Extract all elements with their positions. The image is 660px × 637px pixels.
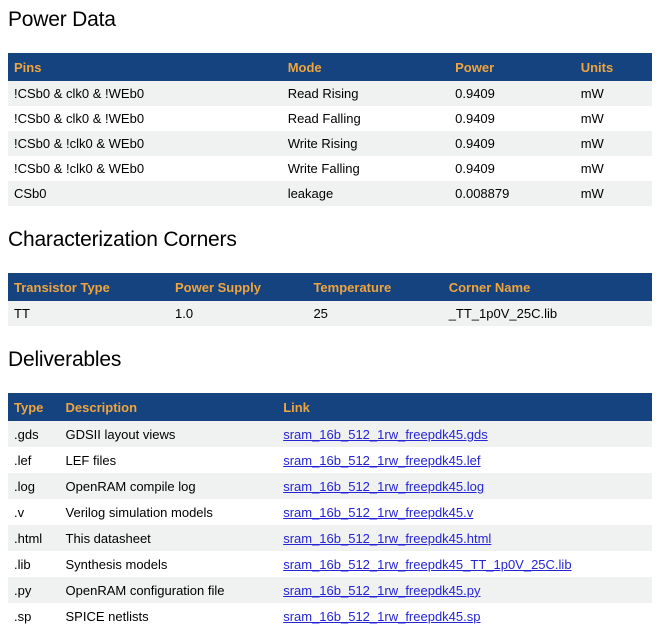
section-title-deliverables: Deliverables (8, 348, 652, 372)
cell: sram_16b_512_1rw_freepdk45.gds (277, 421, 652, 447)
cell: sram_16b_512_1rw_freepdk45.sp (277, 603, 652, 629)
cell: SPICE netlists (60, 603, 278, 629)
table-row: .vVerilog simulation models sram_16b_512_… (8, 499, 652, 525)
cell: Read Rising (282, 81, 449, 106)
header-row: TypeDescriptionLink (8, 393, 652, 421)
column-header: Pins (8, 53, 282, 81)
cell: .log (8, 473, 60, 499)
table-row: .libSynthesis models sram_16b_512_1rw_fre… (8, 551, 652, 577)
cell: !CSb0 & clk0 & !WEb0 (8, 81, 282, 106)
section-title-power-data: Power Data (8, 8, 652, 32)
column-header: Description (60, 393, 278, 421)
deliverable-link[interactable]: sram_16b_512_1rw_freepdk45.lef (283, 453, 480, 468)
table-row: !CSb0 & !clk0 & WEb0Write Falling0.9409m… (8, 156, 652, 181)
cell: OpenRAM configuration file (60, 577, 278, 603)
section-power-data: Power Data PinsModePowerUnits !CSb0 & cl… (8, 8, 652, 206)
header-row: PinsModePowerUnits (8, 53, 652, 81)
table-row: .spSPICE netlists sram_16b_512_1rw_freepd… (8, 603, 652, 629)
cell: mW (575, 131, 652, 156)
section-deliverables: Deliverables TypeDescriptionLink .gdsGDS… (8, 348, 652, 629)
column-header: Transistor Type (8, 273, 169, 301)
cell: .sp (8, 603, 60, 629)
cell: Synthesis models (60, 551, 278, 577)
characterization-corners-table: Transistor TypePower SupplyTemperatureCo… (8, 273, 652, 326)
cell: _TT_1p0V_25C.lib (443, 301, 652, 326)
cell: sram_16b_512_1rw_freepdk45.log (277, 473, 652, 499)
cell: GDSII layout views (60, 421, 278, 447)
cell: 1.0 (169, 301, 307, 326)
deliverable-link[interactable]: sram_16b_512_1rw_freepdk45.py (283, 583, 480, 598)
column-header: Power (449, 53, 575, 81)
deliverable-link[interactable]: sram_16b_512_1rw_freepdk45.gds (283, 427, 488, 442)
table-row: TT1.025_TT_1p0V_25C.lib (8, 301, 652, 326)
cell: sram_16b_512_1rw_freepdk45_TT_1p0V_25C.l… (277, 551, 652, 577)
deliverables-table: TypeDescriptionLink .gdsGDSII layout vie… (8, 393, 652, 629)
cell: 0.9409 (449, 131, 575, 156)
table-row: .gdsGDSII layout views sram_16b_512_1rw_f… (8, 421, 652, 447)
cell: mW (575, 156, 652, 181)
cell: !CSb0 & clk0 & !WEb0 (8, 106, 282, 131)
deliverable-link[interactable]: sram_16b_512_1rw_freepdk45_TT_1p0V_25C.l… (283, 557, 571, 572)
cell: OpenRAM compile log (60, 473, 278, 499)
cell: LEF files (60, 447, 278, 473)
table-row: !CSb0 & clk0 & !WEb0Read Rising0.9409mW (8, 81, 652, 106)
cell: 0.008879 (449, 181, 575, 206)
cell: Write Rising (282, 131, 449, 156)
column-header: Link (277, 393, 652, 421)
cell: .v (8, 499, 60, 525)
deliverable-link[interactable]: sram_16b_512_1rw_freepdk45.v (283, 505, 473, 520)
header-row: Transistor TypePower SupplyTemperatureCo… (8, 273, 652, 301)
cell: 25 (307, 301, 442, 326)
cell: sram_16b_512_1rw_freepdk45.v (277, 499, 652, 525)
deliverable-link[interactable]: sram_16b_512_1rw_freepdk45.log (283, 479, 484, 494)
column-header: Corner Name (443, 273, 652, 301)
deliverable-link[interactable]: sram_16b_512_1rw_freepdk45.html (283, 531, 491, 546)
cell: mW (575, 181, 652, 206)
cell: Write Falling (282, 156, 449, 181)
cell: .py (8, 577, 60, 603)
cell: 0.9409 (449, 106, 575, 131)
cell: leakage (282, 181, 449, 206)
column-header: Units (575, 53, 652, 81)
table-row: .logOpenRAM compile log sram_16b_512_1rw_… (8, 473, 652, 499)
table-row: .lefLEF files sram_16b_512_1rw_freepdk45.… (8, 447, 652, 473)
table-row: !CSb0 & !clk0 & WEb0Write Rising0.9409mW (8, 131, 652, 156)
table-row: .pyOpenRAM configuration file sram_16b_51… (8, 577, 652, 603)
cell: 0.9409 (449, 81, 575, 106)
cell: 0.9409 (449, 156, 575, 181)
cell: !CSb0 & !clk0 & WEb0 (8, 131, 282, 156)
cell: Read Falling (282, 106, 449, 131)
cell: TT (8, 301, 169, 326)
table-row: CSb0leakage0.008879mW (8, 181, 652, 206)
cell: Verilog simulation models (60, 499, 278, 525)
cell: sram_16b_512_1rw_freepdk45.html (277, 525, 652, 551)
cell: !CSb0 & !clk0 & WEb0 (8, 156, 282, 181)
section-title-characterization-corners: Characterization Corners (8, 228, 652, 252)
column-header: Temperature (307, 273, 442, 301)
cell: CSb0 (8, 181, 282, 206)
cell: mW (575, 106, 652, 131)
column-header: Power Supply (169, 273, 307, 301)
cell: mW (575, 81, 652, 106)
cell: .gds (8, 421, 60, 447)
cell: This datasheet (60, 525, 278, 551)
column-header: Type (8, 393, 60, 421)
deliverable-link[interactable]: sram_16b_512_1rw_freepdk45.sp (283, 609, 480, 624)
cell: .lib (8, 551, 60, 577)
cell: .html (8, 525, 60, 551)
cell: sram_16b_512_1rw_freepdk45.lef (277, 447, 652, 473)
cell: sram_16b_512_1rw_freepdk45.py (277, 577, 652, 603)
cell: .lef (8, 447, 60, 473)
table-row: !CSb0 & clk0 & !WEb0Read Falling0.9409mW (8, 106, 652, 131)
column-header: Mode (282, 53, 449, 81)
section-characterization-corners: Characterization Corners Transistor Type… (8, 228, 652, 326)
table-row: .htmlThis datasheet sram_16b_512_1rw_free… (8, 525, 652, 551)
power-data-table: PinsModePowerUnits !CSb0 & clk0 & !WEb0R… (8, 53, 652, 206)
